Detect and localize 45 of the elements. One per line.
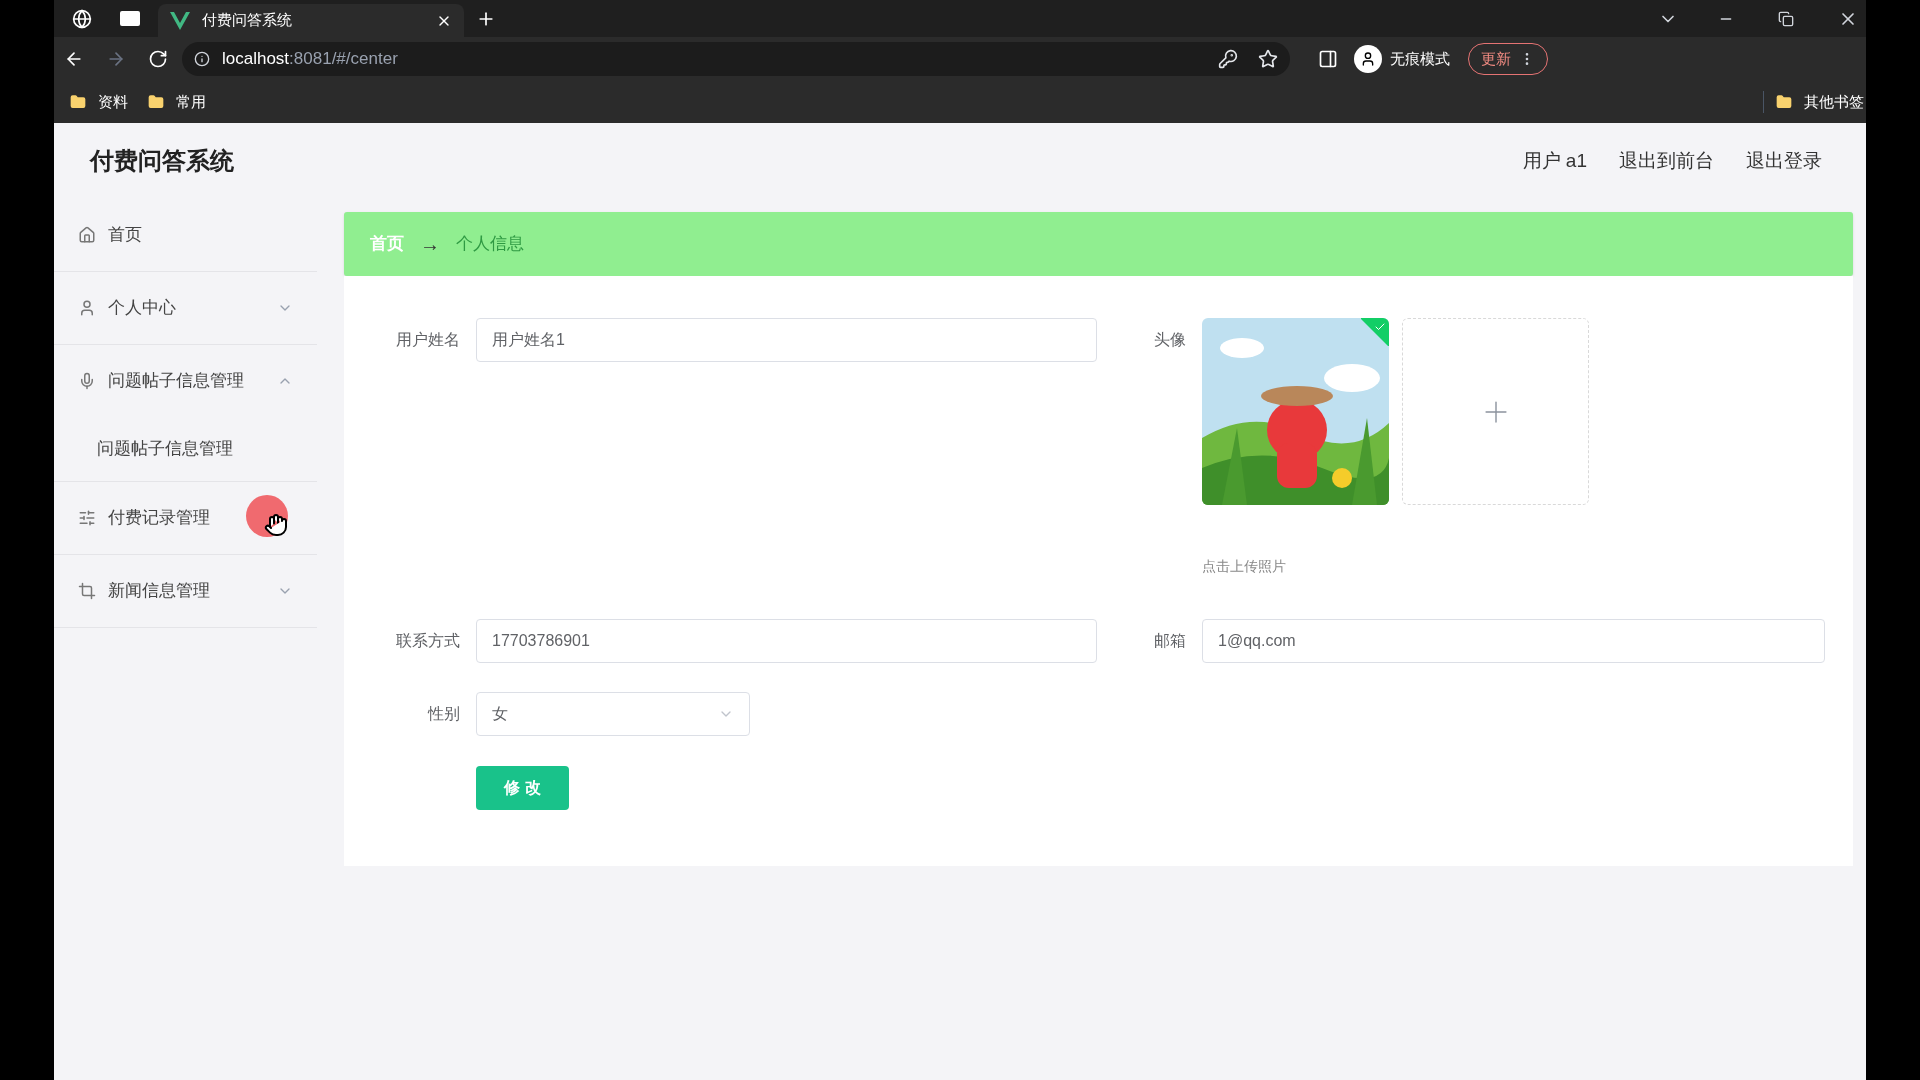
email-input[interactable]: 1@qq.com [1202, 619, 1825, 663]
globe-icon[interactable] [72, 8, 92, 29]
sidebar-item[interactable]: 问题帖子信息管理 [54, 345, 317, 417]
sidebar-item[interactable]: 首页 [54, 199, 317, 271]
person-icon [78, 299, 96, 317]
username-input[interactable]: 用户姓名1 [476, 318, 1097, 362]
breadcrumb-separator: → [420, 232, 440, 257]
upload-hint: 点击上传照片 [1202, 557, 1287, 576]
address-field[interactable]: localhost:8081/#/center [182, 42, 1290, 76]
submenu-item[interactable]: 问题帖子信息管理 [54, 417, 317, 481]
v-logo-icon [170, 11, 190, 30]
folder-icon [70, 94, 86, 110]
tab-title: 付费问答系统 [202, 10, 293, 31]
bookmark[interactable]: 资料 [66, 90, 132, 114]
side-panel-icon[interactable] [1318, 49, 1338, 69]
sidebar-item[interactable]: 付费记录管理 [54, 482, 317, 554]
field-label: 用户姓名 [395, 330, 460, 350]
info-icon [194, 51, 210, 67]
folder-icon [1776, 94, 1792, 110]
header-link[interactable]: 退出登录 [1746, 146, 1822, 176]
browser-tab[interactable]: 付费问答系统 [158, 4, 464, 37]
reload-icon[interactable] [148, 49, 168, 69]
phone-input[interactable]: 17703786901 [476, 619, 1097, 663]
star-icon[interactable] [1258, 49, 1278, 69]
sidebar-item[interactable]: 新闻信息管理 [54, 555, 317, 627]
field-label: 头像 [1153, 330, 1186, 350]
field-label: 邮箱 [1153, 631, 1186, 651]
crop-icon [78, 582, 96, 600]
user-name: 用户 a1 [1522, 148, 1587, 173]
bookmark[interactable]: 常用 [144, 90, 210, 114]
sliders-icon [78, 509, 96, 527]
app-title: 付费问答系统 [90, 146, 234, 176]
microphone-icon [78, 372, 96, 390]
folder-icon [148, 94, 164, 110]
key-icon[interactable] [1218, 49, 1238, 69]
gender-select[interactable]: 女 [476, 692, 750, 736]
field-label: 性别 [426, 704, 460, 724]
bookmark[interactable]: 其他书签 [1776, 90, 1864, 114]
header-link[interactable]: 退出到前台 [1619, 146, 1714, 176]
restore-icon[interactable] [1778, 10, 1794, 27]
field-label: 联系方式 [395, 631, 460, 651]
home-icon [78, 226, 96, 244]
url-text: localhost:8081/#/center [222, 48, 398, 71]
incognito-badge[interactable]: 无痕模式 [1354, 45, 1450, 73]
sidebar-item[interactable]: 个人中心 [54, 272, 317, 344]
